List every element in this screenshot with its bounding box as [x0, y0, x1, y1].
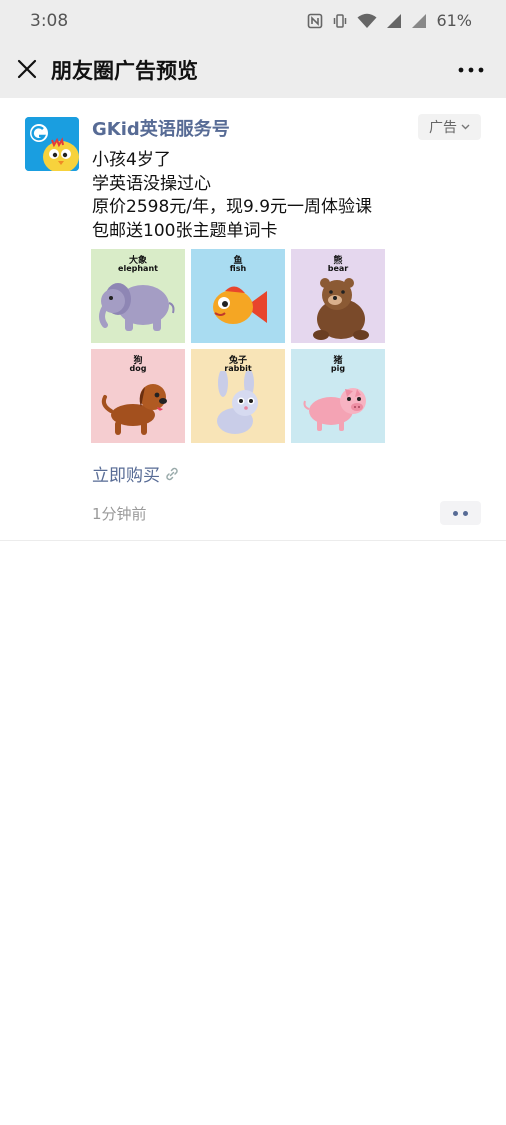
status-icons: 61% — [307, 11, 472, 30]
more-button[interactable] — [456, 56, 486, 84]
buy-link[interactable]: 立即购买 — [92, 461, 180, 486]
status-time: 3:08 — [30, 11, 69, 31]
page-title: 朋友圈广告预览 — [51, 59, 198, 83]
nfc-icon — [307, 13, 323, 29]
image-grid: 大象 elephant 鱼 fish 熊 bear 狗 dog 兔子 rabbi… — [91, 249, 385, 443]
close-button[interactable] — [12, 54, 42, 84]
status-bar: 3:08 61% — [0, 0, 506, 44]
image-bear[interactable]: 熊 bear — [291, 249, 385, 343]
battery-percent: 61% — [436, 11, 472, 30]
pig-illustration — [303, 388, 366, 431]
signal-icon-2 — [411, 13, 427, 29]
avatar[interactable] — [25, 117, 79, 171]
image-fish[interactable]: 鱼 fish — [191, 249, 285, 343]
wifi-icon — [357, 13, 377, 29]
more-icon — [458, 67, 484, 73]
divider — [0, 540, 506, 541]
image-rabbit[interactable]: 兔子 rabbit — [191, 349, 285, 443]
ad-label: 广告 — [429, 120, 457, 136]
title-bar: 朋友圈广告预览 — [0, 44, 506, 98]
fish-illustration — [213, 286, 267, 324]
dot-icon — [453, 510, 458, 516]
buy-link-label: 立即购买 — [92, 466, 160, 486]
elephant-illustration — [99, 283, 175, 331]
dog-illustration — [101, 384, 167, 435]
post-line: 原价2598元/年，现9.9元一周体验课 — [92, 197, 373, 217]
post-text: 小孩4岁了 学英语没操过心 原价2598元/年，现9.9元一周体验课 包邮送10… — [92, 149, 462, 243]
image-pig[interactable]: 猪 pig — [291, 349, 385, 443]
post-line: 包邮送100张主题单词卡 — [92, 220, 278, 241]
dot-icon — [463, 510, 468, 516]
bear-illustration — [313, 278, 369, 340]
author-name[interactable]: GKid英语服务号 — [92, 115, 230, 141]
image-dog[interactable]: 狗 dog — [91, 349, 185, 443]
vibrate-icon — [332, 13, 348, 29]
ad-badge[interactable]: 广告 — [418, 114, 481, 140]
comment-button[interactable] — [440, 501, 481, 525]
post-line: 小孩4岁了 — [92, 150, 171, 170]
link-icon — [166, 467, 178, 480]
post-line: 学英语没操过心 — [92, 173, 211, 194]
post-time: 1分钟前 — [92, 505, 147, 523]
chevron-down-icon — [461, 124, 470, 130]
close-icon — [17, 59, 37, 79]
image-elephant[interactable]: 大象 elephant — [91, 249, 185, 343]
signal-icon — [386, 13, 402, 29]
rabbit-illustration — [217, 371, 258, 434]
